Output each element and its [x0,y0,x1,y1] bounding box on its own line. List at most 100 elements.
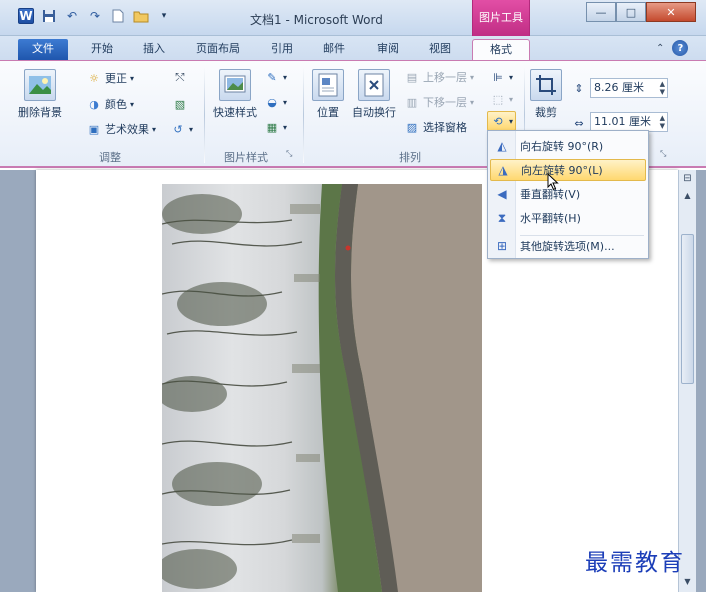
tab-references[interactable]: 引用 [262,39,302,60]
tab-home[interactable]: 开始 [82,39,122,60]
vertical-scrollbar[interactable]: ⊟ ▲ ▼ [678,170,696,592]
quick-access-toolbar: W ↶ ↷ ▾ [18,8,172,24]
menu-item-label: 向右旋转 90°(R) [520,140,604,153]
menu-item-rotate-left[interactable]: ◮ 向左旋转 90°(L) [490,159,646,181]
color-button[interactable]: ◑ 颜色 ▾ [86,96,134,112]
size-dialog-launcher[interactable]: ⤡ [660,149,666,159]
new-document-icon[interactable] [110,8,126,24]
corrections-dropdown-icon: ▾ [130,73,135,83]
send-backward-label: 下移一层 [423,96,467,109]
corrections-button[interactable]: ☼ 更正 ▾ [86,70,134,86]
send-backward-button[interactable]: ▥ 下移一层 ▾ [404,94,474,110]
bring-forward-dropdown-icon: ▾ [470,72,475,82]
rotate-icon: ⟲ [493,114,503,128]
scroll-up-icon[interactable]: ▲ [679,187,696,204]
color-label: 颜色 [105,98,127,111]
change-picture-button[interactable]: ▧ [172,96,188,112]
height-spinner-icon[interactable]: ▲ ▼ [660,80,665,96]
selection-pane-icon: ▨ [406,120,418,134]
ruler-toggle-icon[interactable]: ⊟ [679,170,696,187]
group-objects-button[interactable]: ⬚ ▾ [490,91,513,107]
quick-styles-button[interactable]: 快速样式 [210,69,260,120]
color-icon: ◑ [89,97,99,111]
selected-picture[interactable] [162,184,482,592]
position-icon [312,69,344,101]
send-backward-dropdown-icon: ▾ [470,97,475,107]
help-icon[interactable]: ? [672,40,689,56]
remove-background-icon [24,69,56,101]
ribbon-tab-icons: ⌃ ? [656,40,689,56]
picture-styles-dialog-launcher[interactable]: ⤡ [286,149,292,159]
menu-item-label: 其他旋转选项(M)... [520,240,615,253]
customize-qat-icon[interactable]: ▾ [156,8,172,24]
dialog-launcher-icon: ⤡ [286,149,293,158]
picture-layout-button[interactable]: ▦ ▾ [264,119,287,135]
menu-item-more-rotation[interactable]: ⊞ 其他旋转选项(M)... [490,235,646,257]
crop-button[interactable]: 裁剪 [528,69,564,120]
minimize-ribbon-icon[interactable]: ⌃ [656,43,664,54]
adjust-group-label: 调整 [99,151,121,164]
compress-pictures-button[interactable]: ⤲ [172,70,188,86]
corrections-label: 更正 [105,72,127,85]
position-button[interactable]: 位置 [308,69,348,120]
selection-pane-button[interactable]: ▨ 选择窗格 [404,119,467,135]
picture-border-button[interactable]: ✎ ▾ [264,69,287,85]
rotate-dropdown-icon: ▾ [509,116,514,126]
group-separator [204,67,205,163]
color-dropdown-icon: ▾ [130,99,135,109]
tab-page-layout[interactable]: 页面布局 [188,39,248,60]
save-icon[interactable] [41,8,57,24]
bring-forward-label: 上移一层 [423,71,467,84]
ribbon-tab-row: 文件 开始 插入 页面布局 引用 邮件 审阅 视图 格式 ⌃ ? [0,36,706,60]
minimize-button[interactable]: — [586,2,616,22]
picture-border-dropdown-icon: ▾ [283,72,288,82]
reset-picture-button[interactable]: ↺ ▾ [170,121,193,137]
picture-effects-icon: ◒ [267,95,277,109]
tab-view[interactable]: 视图 [420,39,460,60]
watermark: 最需教育 [585,550,685,576]
tab-format[interactable]: 格式 [472,39,530,60]
close-button[interactable]: ✕ [646,2,696,22]
tab-insert[interactable]: 插入 [134,39,174,60]
window-title: 文档1 - Microsoft Word [250,13,383,27]
tab-file[interactable]: 文件 [18,39,68,60]
artistic-effects-dropdown-icon: ▾ [152,124,157,134]
height-value: 8.26 厘米 [594,81,644,94]
wrap-text-button[interactable]: 自动换行 [348,69,400,120]
height-icon: ⇕ [574,81,584,95]
artistic-effects-button[interactable]: ▣ 艺术效果 ▾ [86,121,156,137]
scroll-thumb[interactable] [681,234,694,384]
menu-item-rotate-right[interactable]: ◭ 向右旋转 90°(R) [490,135,646,157]
width-icon: ⇔ [574,116,584,130]
menu-item-label: 水平翻转(H) [520,212,581,225]
rotate-button[interactable]: ⟲ ▾ [487,111,517,131]
remove-background-button[interactable]: 删除背景 [14,69,66,120]
width-spinner-icon[interactable]: ▲ ▼ [660,114,665,130]
align-button[interactable]: ⊫ ▾ [490,69,513,85]
word-logo-icon[interactable]: W [18,8,34,24]
rotate-dropdown-menu: ◭ 向右旋转 90°(R) ◮ 向左旋转 90°(L) ◀ 垂直翻转(V) ⧗ … [487,130,649,259]
remove-background-label: 删除背景 [18,106,62,119]
maximize-button[interactable]: □ [616,2,646,22]
picture-layout-dropdown-icon: ▾ [283,122,288,132]
picture-effects-button[interactable]: ◒ ▾ [264,94,287,110]
send-backward-icon: ▥ [406,95,418,109]
arrange-group-label: 排列 [399,151,421,164]
menu-item-flip-horizontal[interactable]: ⧗ 水平翻转(H) [490,207,646,229]
reset-picture-dropdown-icon: ▾ [189,124,194,134]
bring-forward-button[interactable]: ▤ 上移一层 ▾ [404,69,474,85]
picture-tools-context-header: 图片工具 [472,0,530,36]
open-folder-icon[interactable] [133,8,149,24]
redo-icon[interactable]: ↷ [87,8,103,24]
undo-icon[interactable]: ↶ [64,8,80,24]
menu-item-flip-vertical[interactable]: ◀ 垂直翻转(V) [490,183,646,205]
picture-content [162,184,482,592]
mouse-cursor-icon [547,173,559,191]
window-controls: — □ ✕ [586,2,696,22]
tab-review[interactable]: 审阅 [368,39,408,60]
width-input[interactable]: 11.01 厘米 ▲ ▼ [590,112,668,132]
width-value: 11.01 厘米 [594,115,651,128]
position-label: 位置 [317,106,339,119]
tab-mailings[interactable]: 邮件 [314,39,354,60]
height-input[interactable]: 8.26 厘米 ▲ ▼ [590,78,668,98]
